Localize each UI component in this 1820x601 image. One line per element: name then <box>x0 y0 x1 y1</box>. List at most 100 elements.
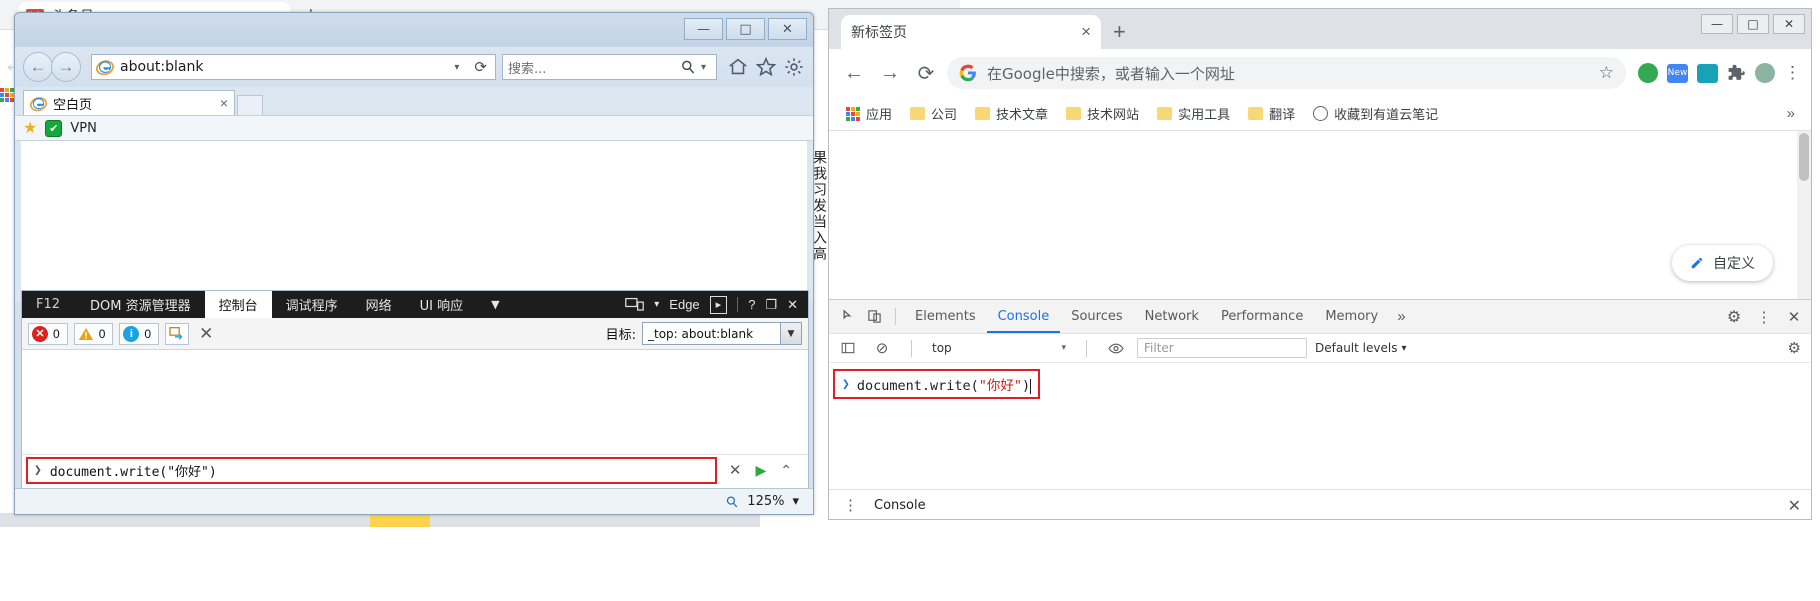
ie-address-bar[interactable]: about:blank ▾ ⟳ <box>91 54 496 80</box>
console-settings-gear-icon[interactable]: ⚙ <box>1788 339 1807 357</box>
chrome-back-button[interactable]: ← <box>839 58 869 88</box>
bookmark-utilities[interactable]: 实用工具 <box>1150 101 1237 126</box>
chrome-scrollbar-thumb[interactable] <box>1799 133 1809 181</box>
favorites-star-icon[interactable] <box>755 56 777 78</box>
ie-close-button[interactable]: ✕ <box>768 18 807 40</box>
inspect-element-icon[interactable] <box>835 304 861 330</box>
devtools-tab-console[interactable]: Console <box>987 300 1061 333</box>
chevron-down-icon[interactable]: ▾ <box>1061 343 1066 353</box>
cancel-icon[interactable]: ✕ <box>729 461 742 479</box>
devtools-settings-gear-icon[interactable]: ⚙ <box>1721 304 1747 330</box>
ie-logo-icon <box>96 58 114 76</box>
home-icon[interactable] <box>727 56 749 78</box>
bookmarks-overflow-icon[interactable]: » <box>1787 105 1801 122</box>
ie-minimize-button[interactable]: — <box>684 18 723 40</box>
avatar-icon[interactable] <box>1755 63 1775 83</box>
new-extension-icon[interactable]: New <box>1667 63 1688 83</box>
ie-search-bar[interactable]: 搜索... ▾ <box>502 54 717 80</box>
console-toggle-icon[interactable]: ▸ <box>709 295 728 314</box>
chrome-new-tab-button[interactable]: + <box>1113 21 1126 43</box>
ie-f12-tabs-overflow-icon[interactable]: ▼ <box>477 291 513 318</box>
background-apps-grid-icon[interactable] <box>0 88 14 102</box>
zoom-dropdown-icon[interactable]: ▾ <box>792 494 799 509</box>
ie-f12-tab-dom-explorer[interactable]: DOM 资源管理器 <box>76 291 205 318</box>
devtools-tabs-overflow-icon[interactable]: » <box>1389 308 1413 325</box>
extension-teal-icon[interactable] <box>1697 63 1718 83</box>
ie-tab-blank-page[interactable]: 空白页 × <box>23 90 235 115</box>
chrome-tab-new-tab-page[interactable]: 新标签页 × <box>841 15 1101 49</box>
chrome-omnibox[interactable]: 在Google中搜索，或者输入一个网址 ☆ <box>947 57 1626 89</box>
ie-f12-tab-f12[interactable]: F12 <box>22 291 76 318</box>
clear-console-icon[interactable]: ⊘ <box>869 335 895 361</box>
favorites-star-icon[interactable]: ★ <box>23 118 37 138</box>
emulation-device-icon[interactable] <box>625 297 645 312</box>
chrome-minimize-button[interactable]: — <box>1701 14 1733 34</box>
ie-console-input[interactable]: ❯ document.write("你好") <box>26 456 717 484</box>
favorites-item-vpn[interactable]: VPN <box>70 121 96 136</box>
clear-on-navigate-icon[interactable] <box>165 322 190 345</box>
run-icon[interactable]: ▶ <box>755 462 766 479</box>
bookmark-translate[interactable]: 翻译 <box>1241 101 1302 126</box>
ie-f12-tab-network[interactable]: 网络 <box>352 291 406 318</box>
ie-address-dropdown-icon[interactable]: ▾ <box>449 62 464 73</box>
search-icon[interactable] <box>680 59 696 75</box>
puzzle-extensions-icon[interactable] <box>1727 64 1746 83</box>
expand-icon[interactable]: ⌃ <box>780 462 792 479</box>
chrome-menu-kebab-icon[interactable]: ⋮ <box>1784 64 1801 81</box>
console-sidebar-icon[interactable] <box>835 335 861 361</box>
error-counter[interactable]: ✕ 0 <box>28 322 68 345</box>
devtools-close-icon[interactable]: ✕ <box>1781 304 1807 330</box>
drawer-close-icon[interactable]: ✕ <box>1788 496 1807 516</box>
chrome-maximize-button[interactable]: □ <box>1737 14 1769 34</box>
chrome-console-input[interactable]: ❯ document.write("你好") <box>833 369 1041 399</box>
console-filter-input[interactable]: Filter <box>1137 338 1307 358</box>
warning-counter[interactable]: 0 <box>73 322 114 345</box>
ie-back-button[interactable]: ← <box>23 52 53 82</box>
bookmark-apps[interactable]: 应用 <box>839 101 899 126</box>
bookmark-tech-articles[interactable]: 技术文章 <box>968 101 1055 126</box>
ie-f12-tab-debugger[interactable]: 调试程序 <box>272 291 352 318</box>
help-icon[interactable]: ? <box>748 297 755 312</box>
device-toolbar-icon[interactable] <box>861 304 887 330</box>
ie-maximize-button[interactable]: □ <box>726 18 765 40</box>
devtools-tab-memory[interactable]: Memory <box>1314 300 1389 333</box>
zoom-level[interactable]: 125% <box>747 494 784 509</box>
settings-gear-icon[interactable] <box>783 56 805 78</box>
bookmark-star-icon[interactable]: ☆ <box>1599 63 1614 83</box>
devtools-kebab-icon[interactable]: ⋮ <box>1751 304 1777 330</box>
ie-f12-tab-ui-responsiveness[interactable]: UI 响应 <box>406 291 477 318</box>
bookmark-youdao-note[interactable]: 收藏到有道云笔记 <box>1306 101 1445 126</box>
bookmark-tech-sites[interactable]: 技术网站 <box>1059 101 1146 126</box>
chrome-tab-close-icon[interactable]: × <box>1081 22 1091 42</box>
emulation-dropdown-icon[interactable]: ▾ <box>654 299 659 310</box>
ie-f12-close-icon[interactable]: ✕ <box>787 297 798 313</box>
ie-refresh-icon[interactable]: ⟳ <box>470 58 491 76</box>
chrome-close-button[interactable]: ✕ <box>1773 14 1805 34</box>
chrome-reload-button[interactable]: ⟳ <box>911 58 941 88</box>
live-expression-eye-icon[interactable] <box>1103 335 1129 361</box>
console-levels-selector[interactable]: Default levels ▾ <box>1315 341 1406 355</box>
ie-search-dropdown-icon[interactable]: ▾ <box>696 62 711 73</box>
devtools-tab-performance[interactable]: Performance <box>1210 300 1314 333</box>
ie-f12-tab-console[interactable]: 控制台 <box>204 291 272 318</box>
ie-new-tab-button[interactable] <box>237 95 263 115</box>
profile-green-circle-icon[interactable] <box>1638 63 1658 83</box>
drawer-kebab-icon[interactable]: ⋮ <box>835 498 866 513</box>
target-select[interactable]: _top: about:blank ▼ <box>642 322 802 345</box>
chevron-down-icon[interactable]: ▾ <box>1401 343 1406 354</box>
drawer-tab-console[interactable]: Console <box>866 498 934 513</box>
chevron-down-icon[interactable]: ▼ <box>780 323 801 344</box>
devtools-tab-network[interactable]: Network <box>1134 300 1210 333</box>
ie-forward-button[interactable]: → <box>51 52 81 82</box>
clear-console-icon[interactable]: ✕ <box>195 324 217 344</box>
customize-chrome-button[interactable]: 自定义 <box>1672 245 1773 281</box>
chrome-forward-button[interactable]: → <box>875 58 905 88</box>
chrome-page-scrollbar[interactable] <box>1797 131 1811 299</box>
bookmark-company[interactable]: 公司 <box>903 101 964 126</box>
devtools-tab-elements[interactable]: Elements <box>904 300 987 333</box>
ie-tab-close-icon[interactable]: × <box>220 95 228 111</box>
console-context-selector[interactable]: top ▾ <box>928 338 1070 358</box>
info-counter[interactable]: i 0 <box>119 322 160 345</box>
devtools-tab-sources[interactable]: Sources <box>1060 300 1133 333</box>
dock-icon[interactable]: ❐ <box>765 297 777 313</box>
